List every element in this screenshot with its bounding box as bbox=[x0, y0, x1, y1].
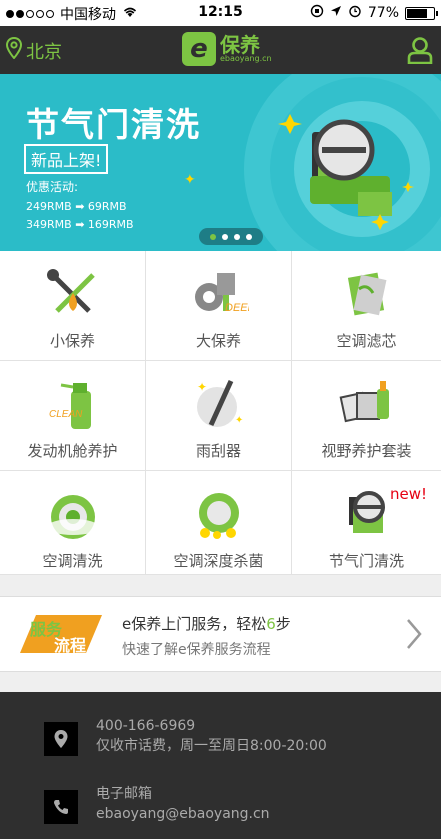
arrow-right-icon: ➡ bbox=[75, 218, 85, 231]
service-flow-title: e保养上门服务，轻松6步 bbox=[122, 613, 291, 634]
price-line-2: 349RMB ➡ 169RMB bbox=[26, 218, 134, 231]
service-flow-badge: 服务 流程 bbox=[16, 613, 106, 661]
ac-clean-icon bbox=[0, 487, 145, 543]
service-label: 空调清洗 bbox=[42, 552, 103, 570]
glass-care-kit-icon bbox=[292, 377, 441, 433]
footer-email-label: 电子邮箱 bbox=[96, 786, 152, 802]
service-small-maintenance[interactable]: 小保养 bbox=[0, 251, 146, 361]
banner-title: 节气门清洗 bbox=[26, 105, 201, 144]
location-pin-icon bbox=[5, 36, 23, 64]
top-nav-bar: 北京 e 保养 ebaoyang.cn bbox=[0, 26, 441, 74]
svg-text:✦: ✦ bbox=[197, 380, 207, 394]
battery-level-fill bbox=[407, 8, 428, 18]
price-line-1: 249RMB ➡ 69RMB bbox=[26, 200, 127, 213]
wrench-icon bbox=[0, 267, 145, 323]
price-2-from: 349RMB bbox=[26, 218, 72, 231]
promo-label: 优惠活动: bbox=[26, 180, 79, 194]
service-label: 大保养 bbox=[195, 332, 241, 350]
footer-email-row[interactable]: 电子邮箱 ebaoyang@ebaoyang.cn bbox=[44, 784, 270, 824]
title-prefix: e保养上门服务，轻松 bbox=[122, 615, 267, 633]
service-label: 视野养护套装 bbox=[321, 442, 412, 460]
status-bar: 中国移动 12:15 77% bbox=[0, 0, 441, 26]
wiper-icon: ✦ ✦ bbox=[146, 377, 291, 433]
location-pin-icon bbox=[44, 722, 78, 756]
title-step-count: 6 bbox=[266, 615, 276, 633]
service-label: 发动机舱养护 bbox=[27, 442, 118, 460]
price-1-to: 69RMB bbox=[87, 200, 127, 213]
user-icon bbox=[407, 37, 433, 68]
carousel-dot[interactable] bbox=[222, 233, 228, 240]
throttle-illustration bbox=[240, 74, 441, 251]
price-1-from: 249RMB bbox=[26, 200, 72, 213]
service-label: 雨刮器 bbox=[195, 442, 241, 460]
service-wiper[interactable]: ✦ ✦ 雨刮器 bbox=[146, 361, 292, 471]
service-label: 节气门清洗 bbox=[328, 552, 404, 570]
rotation-lock-icon bbox=[310, 4, 324, 22]
city-selector[interactable]: 北京 bbox=[5, 36, 62, 64]
promo-banner[interactable]: 节气门清洗 新品上架! 优惠活动: 249RMB ➡ 69RMB 349RMB … bbox=[0, 74, 441, 251]
footer-phone-row[interactable]: 400-166-6969 仅收市话费，周一至周日8:00-20:00 bbox=[44, 716, 327, 756]
gear-piston-icon: DEEP bbox=[146, 267, 291, 323]
service-engine-care[interactable]: CLEAN 发动机舱养护 bbox=[0, 361, 146, 471]
service-throttle-clean[interactable]: new! 节气门清洗 bbox=[292, 471, 441, 575]
logo-mark: e bbox=[182, 32, 216, 66]
battery-icon bbox=[405, 6, 438, 20]
price-2-to: 169RMB bbox=[87, 218, 134, 231]
badge-bottom-text: 流程 bbox=[54, 636, 86, 655]
arrow-right-icon: ➡ bbox=[75, 200, 85, 213]
user-profile-button[interactable] bbox=[407, 36, 433, 68]
service-big-maintenance[interactable]: DEEP 大保养 bbox=[146, 251, 292, 361]
service-ac-sterilize[interactable]: 空调深度杀菌 bbox=[146, 471, 292, 575]
ac-sterilize-icon bbox=[146, 487, 291, 543]
logo-text: 保养 bbox=[220, 33, 260, 57]
logo-domain: ebaoyang.cn bbox=[220, 54, 272, 63]
service-vision-kit[interactable]: 视野养护套装 bbox=[292, 361, 441, 471]
footer-phone-note: 仅收市话费，周一至周日8:00-20:00 bbox=[96, 738, 327, 754]
sparkle-icon: ✦ bbox=[184, 172, 196, 188]
alarm-icon bbox=[348, 4, 362, 22]
city-label: 北京 bbox=[26, 41, 62, 63]
spray-bottle-icon: CLEAN bbox=[0, 377, 145, 433]
carousel-dot[interactable] bbox=[234, 233, 240, 240]
service-ac-clean[interactable]: 空调清洗 bbox=[0, 471, 146, 575]
title-suffix: 步 bbox=[275, 615, 291, 633]
battery-percent: 77% bbox=[367, 5, 399, 21]
banner-new-tag: 新品上架! bbox=[24, 144, 109, 174]
carousel-indicator[interactable] bbox=[199, 228, 263, 245]
deep-label: DEEP bbox=[225, 302, 249, 314]
service-label: 空调深度杀菌 bbox=[173, 552, 264, 570]
chevron-right-icon[interactable] bbox=[405, 617, 423, 655]
new-badge: new! bbox=[389, 485, 427, 503]
location-arrow-icon bbox=[330, 5, 342, 21]
clean-label: CLEAN bbox=[49, 409, 83, 420]
svg-text:✦: ✦ bbox=[235, 415, 243, 426]
service-grid: 小保养 DEEP 大保养 空调滤芯 CLEAN 发动机舱养护 ✦✦ 雨刮器 视野… bbox=[0, 251, 441, 575]
filter-icon bbox=[292, 267, 441, 323]
phone-handset-icon bbox=[44, 790, 78, 824]
service-label: 空调滤芯 bbox=[336, 332, 397, 350]
carousel-dot[interactable] bbox=[246, 233, 252, 240]
footer-email[interactable]: ebaoyang@ebaoyang.cn bbox=[96, 804, 270, 824]
service-flow-subtitle: 快速了解e保养服务流程 bbox=[122, 642, 271, 658]
ebaoyang-logo: e 保养 ebaoyang.cn bbox=[182, 32, 272, 66]
footer-phone[interactable]: 400-166-6969 bbox=[96, 716, 327, 736]
service-ac-filter[interactable]: 空调滤芯 bbox=[292, 251, 441, 361]
footer: 400-166-6969 仅收市话费，周一至周日8:00-20:00 电子邮箱 … bbox=[0, 692, 441, 839]
service-flow-banner[interactable]: 服务 流程 e保养上门服务，轻松6步 快速了解e保养服务流程 bbox=[0, 596, 441, 672]
service-label: 小保养 bbox=[49, 332, 95, 350]
carousel-dot[interactable] bbox=[210, 233, 216, 240]
